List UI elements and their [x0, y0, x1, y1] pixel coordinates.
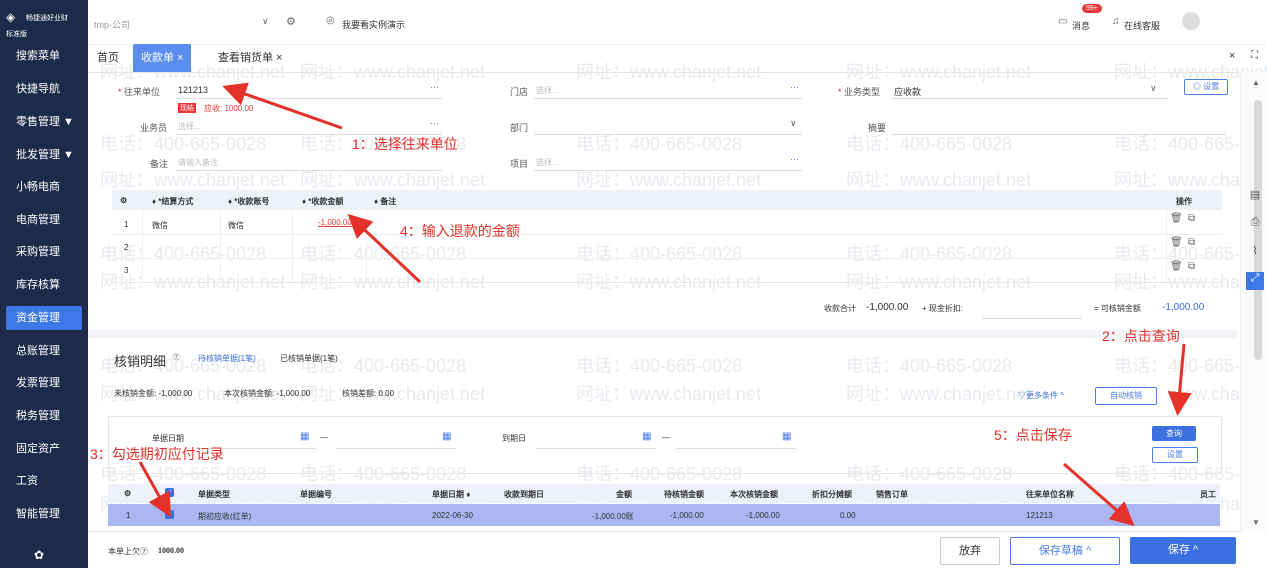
annotation-step-1: 1：选择往来单位 [352, 136, 458, 152]
annotation-step-3: 3：勾选期初应付记录 [90, 446, 224, 462]
annotation-arrows [138, 82, 1192, 526]
annotation-step-4: 4：输入退款的金额 [400, 223, 520, 239]
annotation-step-5: 5：点击保存 [994, 427, 1072, 443]
annotation-step-2: 2：点击查询 [1102, 328, 1180, 344]
